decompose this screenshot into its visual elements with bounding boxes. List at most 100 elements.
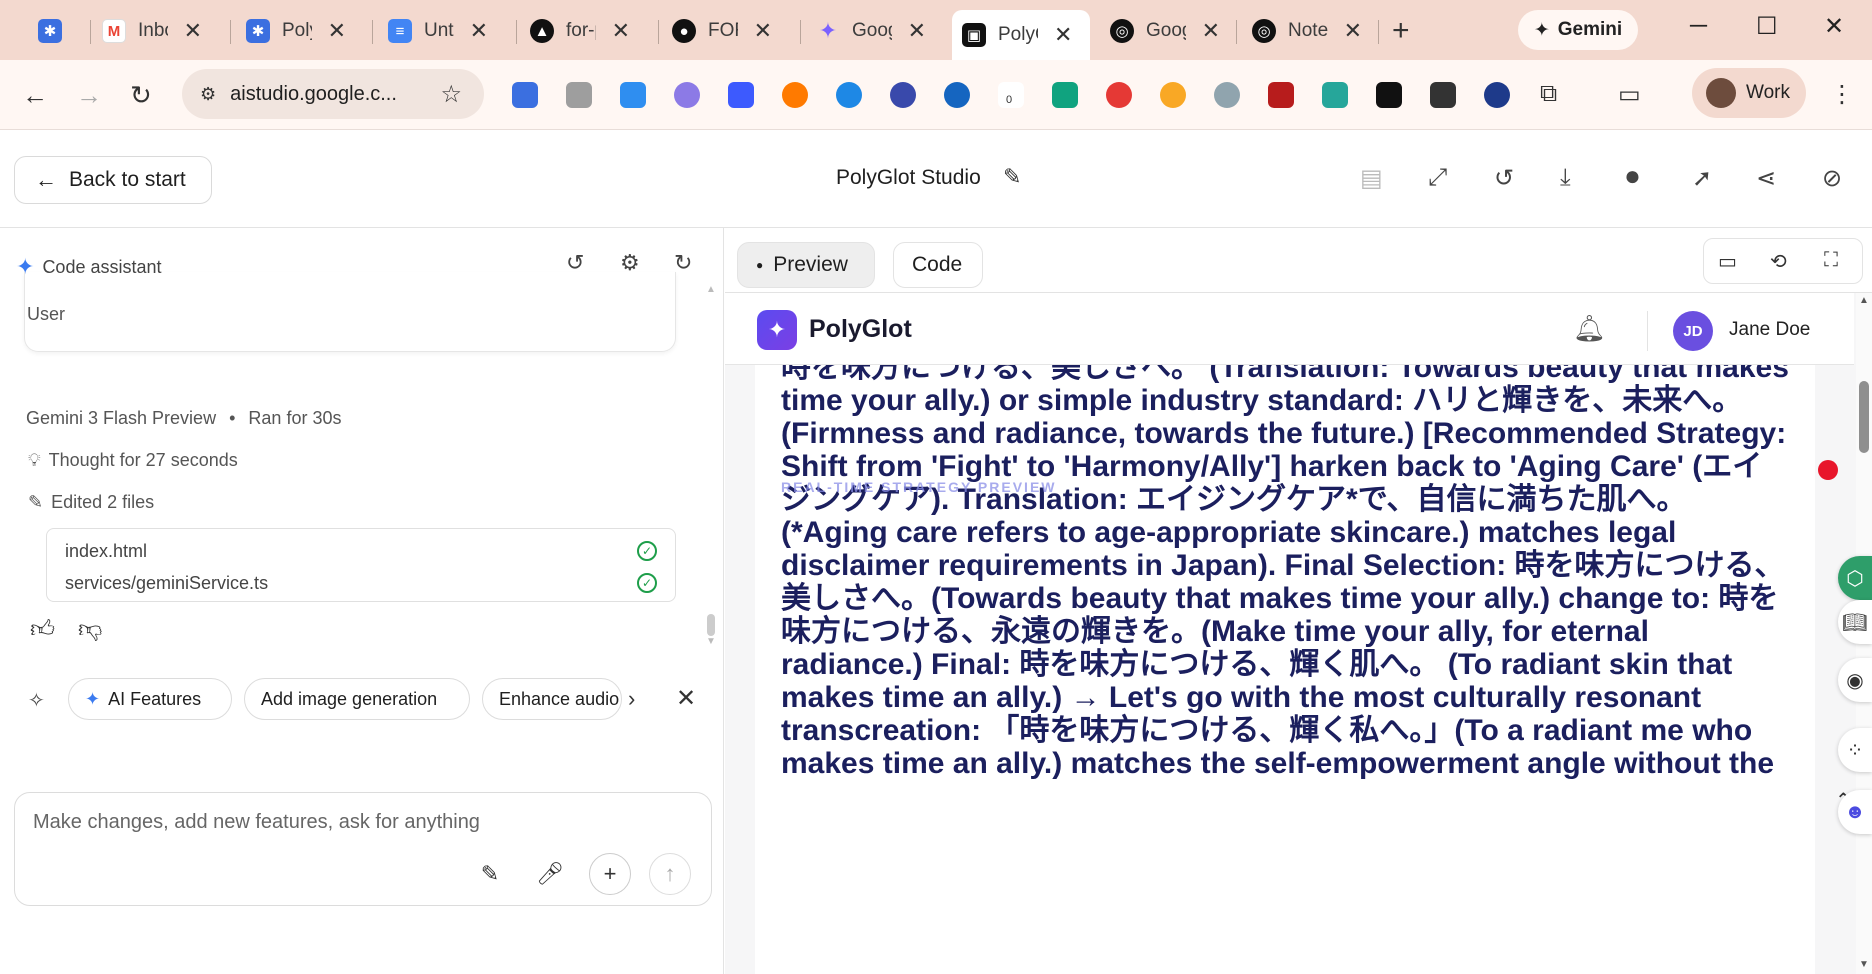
gemini-button[interactable]: ✦ Gemini — [1518, 10, 1638, 50]
browser-tab[interactable]: ◎ Goog ✕ — [1100, 10, 1230, 52]
extensions-puzzle-icon[interactable]: ⧉ — [1540, 80, 1557, 108]
tab-search-icon[interactable]: ▭ — [1618, 80, 1641, 109]
forward-icon[interactable]: → — [76, 80, 102, 111]
extension-icon[interactable] — [1376, 82, 1402, 108]
bell-icon[interactable]: 🔔︎ — [1573, 313, 1606, 344]
chat-scrollbar[interactable]: ▲ ▼ — [706, 284, 716, 647]
maximize-icon[interactable]: ☐ — [1756, 12, 1778, 41]
download-icon[interactable]: ⤓ — [1560, 164, 1571, 192]
extension-icon[interactable] — [836, 82, 862, 108]
project-title: PolyGlot Studio — [836, 166, 981, 189]
compare-icon[interactable]: ⤢ — [1428, 164, 1447, 192]
extension-icon[interactable] — [944, 82, 970, 108]
edited-files-summary[interactable]: ✎ Edited 2 files — [28, 492, 154, 513]
site-info-icon[interactable]: ⚙ — [200, 84, 216, 105]
browser-tab[interactable]: ✱ PolyGlot ✕ — [236, 10, 356, 52]
rss-icon[interactable] — [566, 82, 592, 108]
extension-icon[interactable] — [1106, 82, 1132, 108]
file-row[interactable]: index.html — [65, 541, 147, 562]
thumbs-down-icon[interactable]: 👎︎ — [78, 616, 102, 644]
magic-bulb-icon[interactable]: ✧ — [28, 688, 45, 713]
user-name: Jane Doe — [1729, 319, 1811, 340]
browser-tab[interactable]: ◎ Note ✕ — [1242, 10, 1372, 52]
chevron-right-icon[interactable]: › — [628, 686, 635, 712]
browser-tab[interactable]: ✱ — [28, 10, 78, 52]
extension-icon[interactable] — [1268, 82, 1294, 108]
close-icon[interactable]: ✕ — [1344, 18, 1362, 44]
browser-tab[interactable]: ≡ Untitled ✕ — [378, 10, 498, 52]
dot-icon: ● — [756, 258, 764, 272]
close-icon[interactable]: ✕ — [470, 18, 488, 44]
fullscreen-icon[interactable]: ⛶ — [1824, 249, 1838, 272]
extension-icon[interactable] — [512, 82, 538, 108]
edit-title-icon[interactable]: ✎ — [1003, 164, 1021, 190]
tab-preview[interactable]: ● Preview — [737, 242, 875, 288]
download-extension-icon[interactable] — [620, 82, 646, 108]
profile-button[interactable]: Work — [1692, 68, 1806, 118]
chip-enhance-audio[interactable]: Enhance audio — [482, 678, 622, 720]
extension-icon[interactable] — [1430, 82, 1456, 108]
deploy-rocket-icon[interactable]: ➚ — [1692, 164, 1712, 193]
browser-tab[interactable]: ▲ for-p ✕ — [520, 10, 640, 52]
lightbulb-icon: 💡︎ — [28, 450, 41, 470]
close-icon[interactable]: ✕ — [754, 18, 772, 44]
prompt-composer[interactable]: Make changes, add new features, ask for … — [14, 792, 712, 906]
thumbs-up-icon[interactable]: 👍︎ — [30, 616, 55, 644]
browser-tab[interactable]: M Inbox ✕ — [92, 10, 212, 52]
suggestion-chips: ✧ ✦ AI Features Add image generation Enha… — [0, 674, 724, 726]
extension-icon[interactable] — [674, 82, 700, 108]
close-icon[interactable]: ✕ — [676, 684, 696, 713]
new-tab-icon[interactable]: + — [1392, 14, 1410, 48]
thought-summary[interactable]: 💡︎ Thought for 27 seconds — [28, 450, 238, 471]
extension-icon[interactable] — [890, 82, 916, 108]
close-icon[interactable]: ✕ — [612, 18, 630, 44]
back-icon[interactable]: ← — [22, 80, 48, 111]
polyglot-logo-icon: ✦ — [757, 310, 797, 350]
prompt-input[interactable]: Make changes, add new features, ask for … — [33, 811, 480, 834]
close-icon[interactable]: ✕ — [328, 18, 346, 44]
avatar[interactable]: JD — [1673, 311, 1713, 351]
share-icon[interactable]: ⋖ — [1756, 164, 1776, 193]
notebook-icon: ◎ — [1110, 19, 1134, 43]
tab-code[interactable]: Code — [893, 242, 983, 288]
minimize-icon[interactable]: ─ — [1690, 12, 1707, 40]
address-bar[interactable]: ⚙ aistudio.google.c... ☆ — [182, 69, 484, 119]
close-icon[interactable]: ✕ — [1054, 22, 1072, 48]
close-icon[interactable]: ✕ — [1202, 18, 1220, 44]
extension-icon[interactable] — [1214, 82, 1240, 108]
microphone-icon[interactable]: 🎤︎ — [529, 853, 571, 895]
file-row[interactable]: services/geminiService.ts — [65, 573, 268, 594]
magic-wand-icon[interactable]: ✎ — [469, 853, 511, 895]
rotate-icon[interactable]: ⟲ — [1770, 249, 1787, 274]
chip-ai-features[interactable]: ✦ AI Features — [68, 678, 232, 720]
history-icon[interactable]: ↺ — [1494, 164, 1514, 193]
extension-icon[interactable]: 0 — [998, 82, 1024, 108]
hide-panel-icon[interactable]: ⊘ — [1822, 164, 1842, 193]
browser-tab[interactable]: ✦ Goog ✕ — [806, 10, 936, 52]
notification-dot — [1818, 460, 1838, 480]
browser-tab-active[interactable]: ▣ PolyC ✕ — [952, 10, 1090, 60]
extension-icon[interactable] — [1322, 82, 1348, 108]
save-icon[interactable]: ▤ — [1360, 164, 1383, 193]
reload-icon[interactable]: ↻ — [130, 80, 152, 111]
close-icon[interactable]: ✕ — [184, 18, 202, 44]
extension-icon[interactable] — [1160, 82, 1186, 108]
menu-dots-icon[interactable]: ⋮ — [1830, 80, 1854, 109]
github-icon[interactable]: ● — [1624, 160, 1641, 192]
user-message-card: User — [24, 272, 676, 352]
close-window-icon[interactable]: ✕ — [1824, 12, 1844, 41]
device-icon[interactable]: ▭ — [1718, 249, 1737, 274]
extension-icon[interactable] — [1484, 82, 1510, 108]
send-arrow-icon[interactable]: ↑ — [649, 853, 691, 895]
back-to-start-button[interactable]: ← Back to start — [14, 156, 212, 204]
extension-icon[interactable] — [1052, 82, 1078, 108]
close-icon[interactable]: ✕ — [908, 18, 926, 44]
browser-tab[interactable]: ● FOR ✕ — [662, 10, 782, 52]
refresh-icon[interactable]: ↻ — [674, 250, 692, 276]
bookmark-star-icon[interactable]: ☆ — [440, 80, 462, 109]
chip-add-image-generation[interactable]: Add image generation — [244, 678, 470, 720]
add-attachment-icon[interactable]: + — [589, 853, 631, 895]
extension-icon[interactable] — [782, 82, 808, 108]
extension-icon[interactable] — [728, 82, 754, 108]
gmail-icon: M — [102, 19, 126, 43]
